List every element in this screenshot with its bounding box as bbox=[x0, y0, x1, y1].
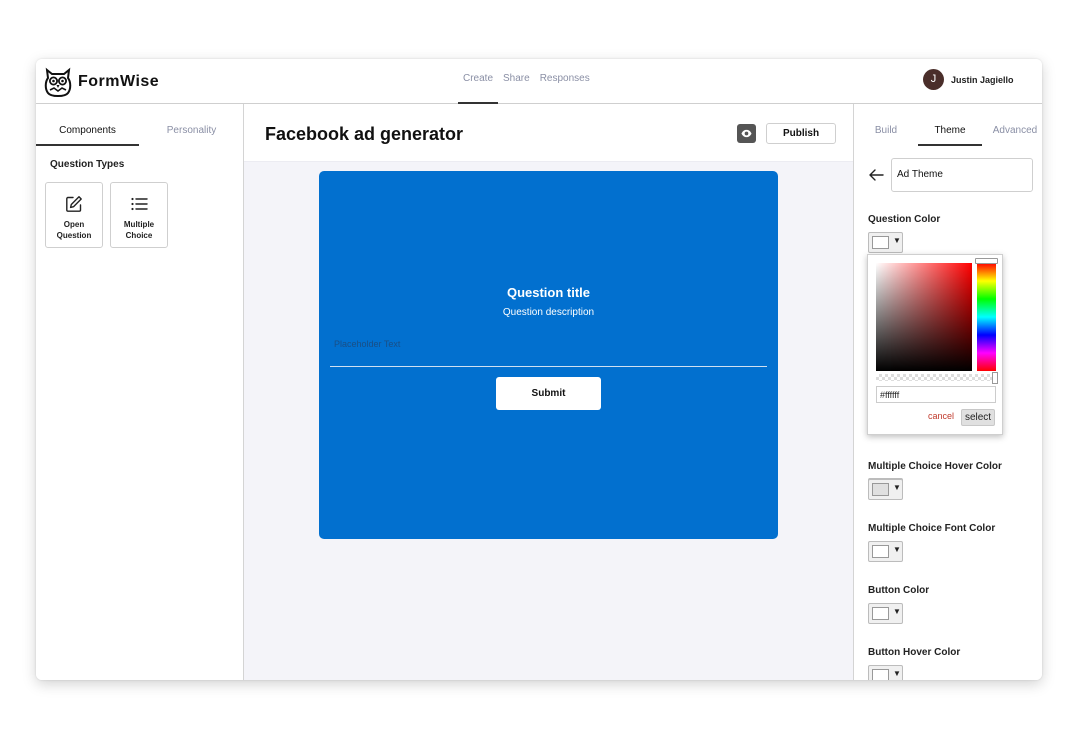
tab-responses[interactable]: Responses bbox=[535, 59, 595, 104]
hex-input[interactable] bbox=[876, 386, 996, 403]
tab-theme[interactable]: Theme bbox=[918, 104, 982, 146]
form-editor: Facebook ad generator Publish Question t… bbox=[244, 104, 853, 680]
question-types-heading: Question Types bbox=[50, 159, 125, 170]
tab-share[interactable]: Share bbox=[498, 59, 535, 104]
component-label: Open Question bbox=[56, 220, 92, 240]
saturation-value-area[interactable] bbox=[876, 263, 972, 371]
select-button[interactable]: select bbox=[961, 409, 995, 426]
theme-selector[interactable]: Ad Theme bbox=[891, 158, 1033, 192]
logo[interactable]: FormWise bbox=[44, 65, 159, 99]
tab-advanced[interactable]: Advanced bbox=[988, 104, 1042, 146]
tab-create[interactable]: Create bbox=[458, 59, 499, 104]
tab-personality[interactable]: Personality bbox=[139, 104, 244, 146]
editor-header: Facebook ad generator Publish bbox=[244, 104, 853, 162]
back-arrow-icon[interactable] bbox=[868, 167, 884, 183]
button-hover-color-label: Button Hover Color bbox=[868, 647, 961, 658]
top-nav: Create Share Responses bbox=[458, 59, 595, 104]
edit-icon bbox=[66, 196, 82, 212]
color-picker-popup: cancel select bbox=[867, 254, 1003, 435]
dropdown-arrow-icon: ▼ bbox=[893, 483, 901, 492]
alpha-slider-handle[interactable] bbox=[992, 372, 998, 384]
dropdown-arrow-icon: ▼ bbox=[893, 236, 901, 245]
dropdown-arrow-icon: ▼ bbox=[893, 607, 901, 616]
mc-font-color-label: Multiple Choice Font Color bbox=[868, 523, 996, 534]
mc-font-color-swatch[interactable]: ▼ bbox=[868, 541, 903, 562]
preview-button[interactable] bbox=[737, 124, 756, 143]
open-question-component[interactable]: Open Question bbox=[45, 182, 103, 248]
tab-components[interactable]: Components bbox=[36, 104, 139, 146]
question-title[interactable]: Question title bbox=[319, 285, 778, 300]
color-preview bbox=[872, 607, 889, 620]
tab-build[interactable]: Build bbox=[862, 104, 910, 146]
button-color-swatch[interactable]: ▼ bbox=[868, 603, 903, 624]
button-color-label: Button Color bbox=[868, 585, 930, 596]
alpha-slider[interactable] bbox=[876, 374, 994, 381]
color-preview bbox=[872, 483, 889, 496]
eye-icon bbox=[741, 129, 752, 138]
question-color-label: Question Color bbox=[868, 214, 941, 225]
multiple-choice-component[interactable]: Multiple Choice bbox=[110, 182, 168, 248]
form-preview-card: Question title Question description Subm… bbox=[319, 171, 778, 539]
components-panel: Components Personality Question Types Op… bbox=[36, 104, 244, 680]
user-name: Justin Jagiello bbox=[951, 74, 1014, 85]
user-menu[interactable]: J Justin Jagiello bbox=[923, 69, 1014, 90]
left-panel-tabs: Components Personality bbox=[36, 104, 244, 146]
publish-button[interactable]: Publish bbox=[766, 123, 836, 144]
question-color-swatch[interactable]: ▼ bbox=[868, 232, 903, 253]
color-preview bbox=[872, 669, 889, 680]
list-icon bbox=[131, 197, 148, 211]
button-hover-color-swatch[interactable]: ▼ bbox=[868, 665, 903, 680]
owl-logo-icon bbox=[44, 67, 72, 97]
hue-slider[interactable] bbox=[977, 263, 996, 371]
mc-hover-color-swatch[interactable]: ▼ bbox=[868, 479, 903, 500]
dropdown-arrow-icon: ▼ bbox=[893, 669, 901, 678]
form-title[interactable]: Facebook ad generator bbox=[265, 124, 463, 145]
mc-hover-color-label: Multiple Choice Hover Color bbox=[868, 461, 1002, 472]
color-preview bbox=[872, 236, 889, 249]
dropdown-arrow-icon: ▼ bbox=[893, 545, 901, 554]
submit-button[interactable]: Submit bbox=[496, 377, 601, 410]
top-bar: FormWise Create Share Responses J Justin… bbox=[36, 59, 1042, 104]
answer-input[interactable] bbox=[330, 331, 767, 367]
color-preview bbox=[872, 545, 889, 558]
avatar: J bbox=[923, 69, 944, 90]
question-description[interactable]: Question description bbox=[319, 307, 778, 318]
app-name: FormWise bbox=[78, 73, 160, 90]
cancel-button[interactable]: cancel bbox=[928, 411, 954, 421]
hue-slider-handle[interactable] bbox=[975, 258, 998, 264]
component-label: Multiple Choice bbox=[123, 220, 155, 240]
